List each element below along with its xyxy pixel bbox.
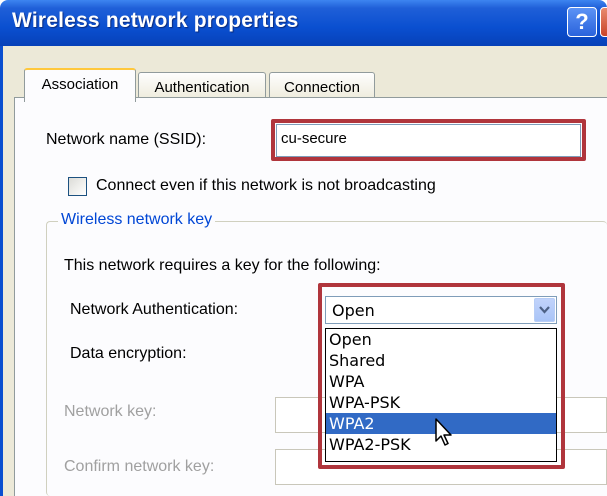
encryption-label: Data encryption:: [70, 345, 187, 362]
help-button[interactable]: ?: [567, 7, 597, 37]
broadcast-checkbox[interactable]: [68, 177, 87, 196]
broadcast-checkbox-label[interactable]: Connect even if this network is not broa…: [96, 177, 436, 195]
window-title: Wireless network properties: [12, 9, 299, 32]
network-key-label: Network key:: [64, 403, 157, 420]
confirm-key-label: Confirm network key:: [64, 458, 215, 475]
mouse-pointer-icon: [435, 418, 452, 446]
key-requirement-text: This network requires a key for the foll…: [64, 257, 381, 274]
tab-label: Connection: [284, 79, 360, 96]
ssid-label: Network name (SSID):: [46, 131, 207, 148]
wireless-key-legend: Wireless network key: [58, 211, 216, 229]
close-button[interactable]: [600, 7, 607, 37]
ssid-highlight: [271, 119, 586, 161]
title-bar: Wireless network properties ?: [0, 0, 607, 46]
tab-association[interactable]: Association: [24, 68, 136, 102]
auth-label: Network Authentication:: [70, 301, 239, 318]
tab-label: Authentication: [154, 79, 250, 96]
help-icon: ?: [575, 9, 589, 34]
tab-label: Association: [41, 76, 119, 93]
